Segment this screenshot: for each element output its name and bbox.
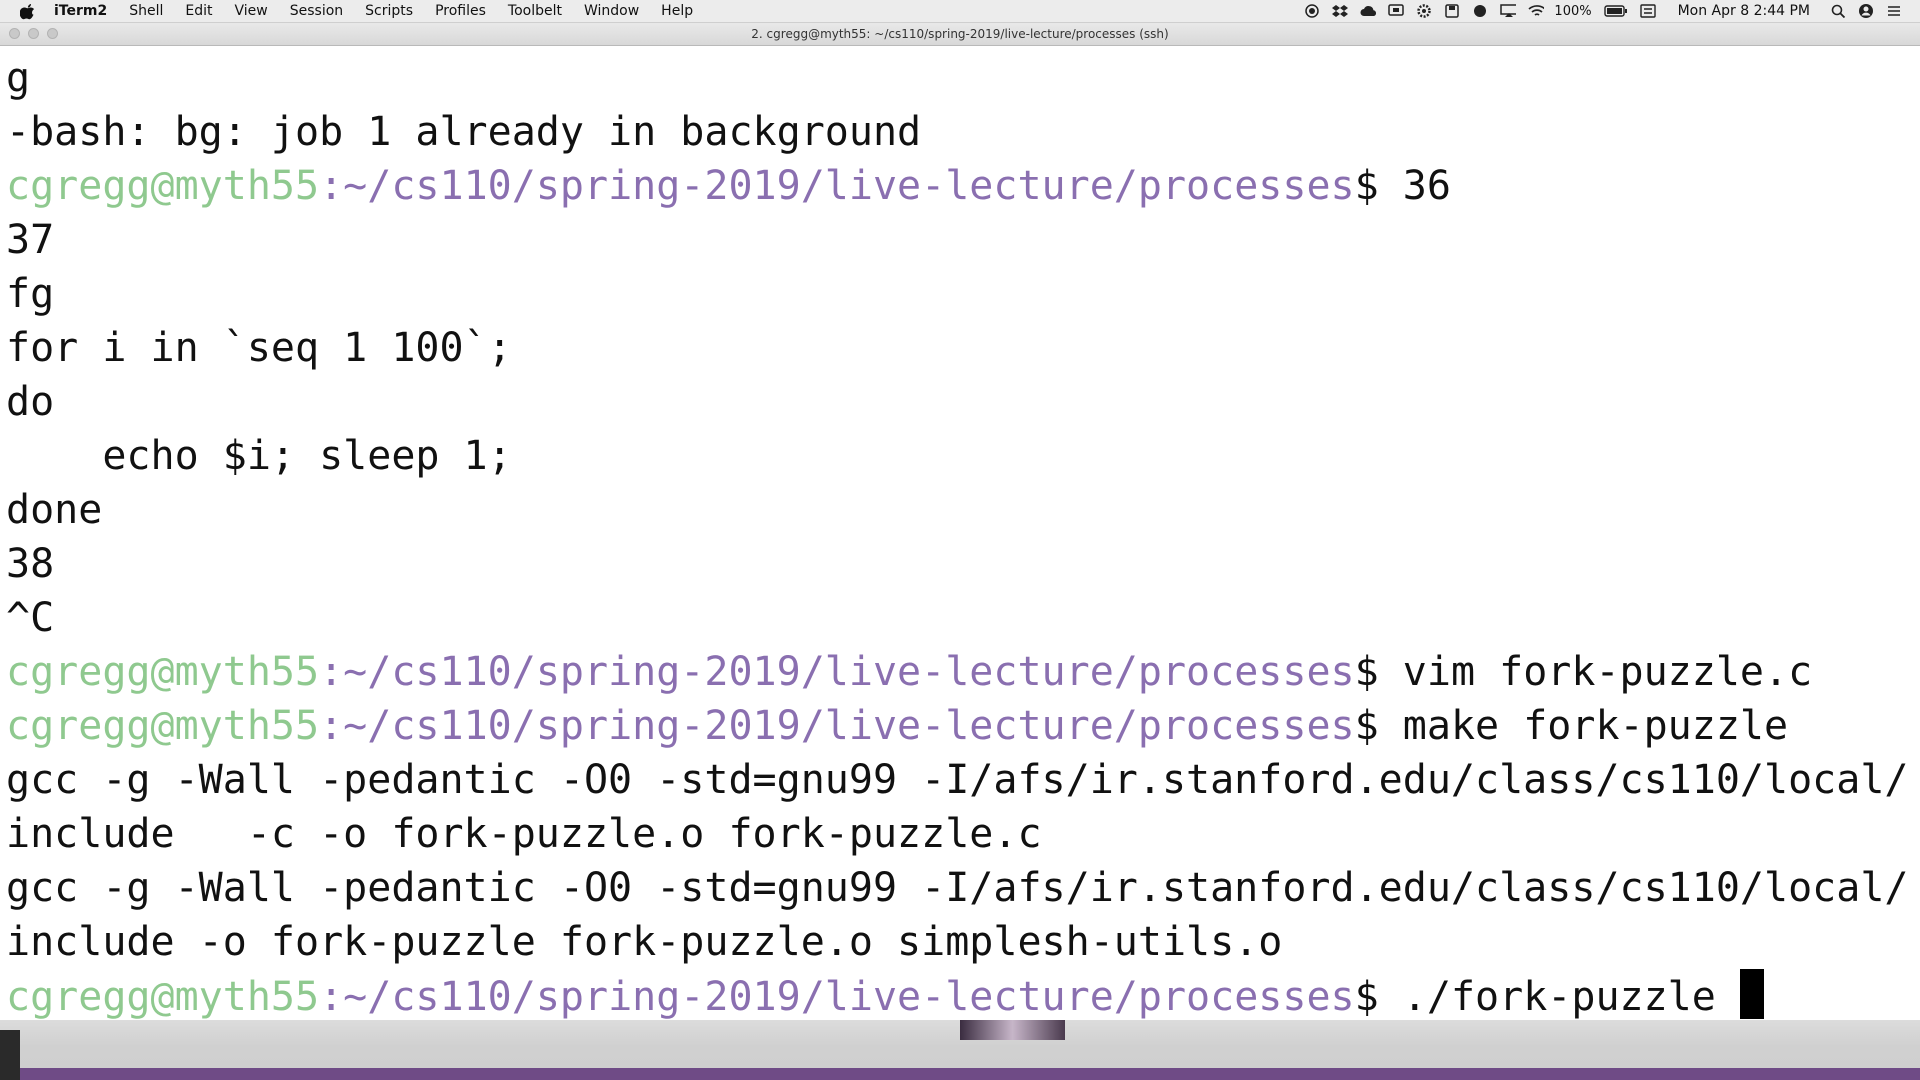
dock-edge (0, 1030, 20, 1080)
desktop-background (0, 1020, 1920, 1080)
background-window-thumbnail (960, 1020, 1065, 1040)
prompt-path: :~/cs110/spring-2019/live-lecture/proces… (319, 974, 1355, 1020)
menu-profiles[interactable]: Profiles (435, 0, 486, 22)
terminal-output: g -bash: bg: job 1 already in background c… (6, 51, 1908, 1020)
search-icon[interactable] (1830, 3, 1846, 19)
terminal-output-line: 37 (6, 217, 55, 263)
terminal-output-line: done (6, 487, 103, 533)
airplay-icon[interactable] (1500, 3, 1517, 19)
menu-help[interactable]: Help (661, 0, 693, 22)
cloud-icon[interactable] (1360, 3, 1377, 19)
status-area: 100% Mon Apr 8 2:44 PM (1292, 3, 1920, 19)
battery-percent: 100% (1554, 3, 1592, 19)
prompt-user: cgregg@myth55 (6, 649, 320, 695)
gear-icon[interactable] (1416, 3, 1432, 19)
prompt-symbol: $ (1354, 974, 1403, 1020)
wifi-icon[interactable] (1528, 3, 1545, 19)
prompt-command: 36 (1402, 163, 1451, 209)
window-title: 2. cgregg@myth55: ~/cs110/spring-2019/li… (751, 27, 1169, 41)
circle-icon[interactable] (1472, 3, 1488, 19)
prompt-user: cgregg@myth55 (6, 163, 320, 209)
terminal-output-line: 38 (6, 541, 55, 587)
menu-toolbelt[interactable]: Toolbelt (508, 0, 562, 22)
prompt-symbol: $ (1354, 703, 1403, 749)
prompt-symbol: $ (1354, 163, 1403, 209)
menu-bar-left: iTerm2 Shell Edit View Session Scripts P… (0, 0, 715, 22)
prompt-user: cgregg@myth55 (6, 703, 320, 749)
terminal-output-line: -bash: bg: job 1 already in background (6, 109, 922, 155)
terminal-output-line: fg (6, 271, 55, 317)
menu-bar: iTerm2 Shell Edit View Session Scripts P… (0, 0, 1920, 23)
menu-clock[interactable]: Mon Apr 8 2:44 PM (1678, 3, 1810, 19)
prompt-command: make fork-puzzle (1402, 703, 1789, 749)
record-icon[interactable] (1304, 3, 1320, 19)
terminal-output-line: for i in `seq 1 100`; (6, 325, 512, 371)
screen-share-icon[interactable] (1388, 3, 1405, 19)
terminal-output-line: ^C (6, 595, 55, 641)
terminal-prompt-line: cgregg@myth55:~/cs110/spring-2019/live-l… (6, 969, 1908, 1020)
prompt-user: cgregg@myth55 (6, 974, 320, 1020)
menu-edit[interactable]: Edit (185, 0, 212, 22)
prompt-symbol: $ (1354, 649, 1403, 695)
menu-view[interactable]: View (235, 0, 268, 22)
terminal-cursor (1739, 969, 1764, 1019)
terminal-output-line: include -c -o fork-puzzle.o fork-puzzle.… (6, 811, 1042, 857)
prompt-path: :~/cs110/spring-2019/live-lecture/proces… (319, 703, 1355, 749)
user-icon[interactable] (1858, 3, 1874, 19)
keyboard-icon[interactable] (1639, 3, 1656, 19)
terminal-prompt-line: cgregg@myth55:~/cs110/spring-2019/live-l… (6, 645, 1908, 699)
terminal-output-line: do (6, 379, 55, 425)
menu-shell[interactable]: Shell (129, 0, 163, 22)
menu-scripts[interactable]: Scripts (365, 0, 413, 22)
menu-session[interactable]: Session (290, 0, 343, 22)
prompt-command: vim fork-puzzle.c (1402, 649, 1813, 695)
prompt-command: ./fork-puzzle (1402, 974, 1740, 1020)
terminal-view[interactable]: g -bash: bg: job 1 already in background c… (0, 46, 1920, 1020)
terminal-output-line: g (6, 55, 31, 101)
menu-app-name[interactable]: iTerm2 (54, 0, 107, 22)
menu-window[interactable]: Window (584, 0, 639, 22)
terminal-output-line: include -o fork-puzzle fork-puzzle.o sim… (6, 919, 1283, 965)
terminal-output-line: echo $i; sleep 1; (6, 433, 512, 479)
dropbox-icon[interactable] (1332, 3, 1349, 19)
save-icon[interactable] (1444, 3, 1460, 19)
terminal-prompt-line: cgregg@myth55:~/cs110/spring-2019/live-l… (6, 699, 1908, 753)
terminal-prompt-line: cgregg@myth55:~/cs110/spring-2019/live-l… (6, 159, 1908, 213)
battery-icon[interactable] (1603, 3, 1628, 19)
apple-icon[interactable] (19, 2, 36, 20)
window-title-bar[interactable]: 2. cgregg@myth55: ~/cs110/spring-2019/li… (0, 23, 1920, 46)
prompt-path: :~/cs110/spring-2019/live-lecture/proces… (319, 649, 1355, 695)
terminal-output-line: gcc -g -Wall -pedantic -O0 -std=gnu99 -I… (6, 757, 1909, 803)
list-icon[interactable] (1886, 3, 1902, 19)
terminal-output-line: gcc -g -Wall -pedantic -O0 -std=gnu99 -I… (6, 865, 1909, 911)
prompt-path: :~/cs110/spring-2019/live-lecture/proces… (319, 163, 1355, 209)
